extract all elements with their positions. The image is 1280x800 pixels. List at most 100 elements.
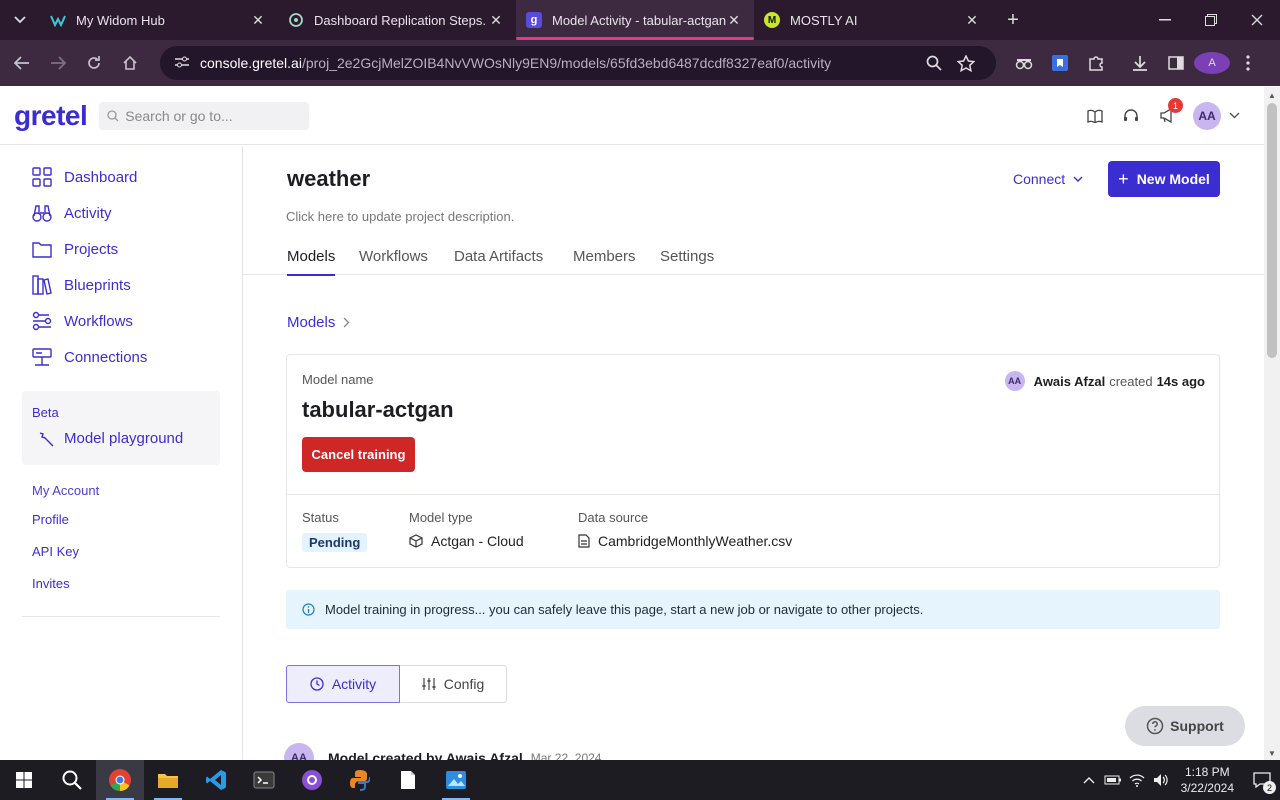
spy-extension-icon[interactable] <box>1006 56 1042 70</box>
close-window-icon[interactable] <box>1234 0 1280 40</box>
browser-tab-active[interactable]: g Model Activity - tabular-actgan ✕ <box>516 0 754 40</box>
tab-config[interactable]: Config <box>400 665 507 703</box>
close-tab-icon[interactable]: ✕ <box>250 12 266 29</box>
chevron-right-icon <box>343 317 350 328</box>
minimize-icon[interactable] <box>1142 0 1188 40</box>
file-icon <box>578 534 590 548</box>
forward-arrow-icon[interactable] <box>40 45 76 81</box>
sidebar-item-workflows[interactable]: Workflows <box>0 303 242 339</box>
connect-dropdown[interactable]: Connect <box>1013 171 1083 187</box>
browser-tab[interactable]: M MOSTLY AI ✕ <box>754 0 992 40</box>
headset-support-icon[interactable] <box>1113 108 1149 123</box>
sidebar-item-model-playground[interactable]: Model playground <box>32 430 220 447</box>
widom-favicon-icon <box>50 12 66 28</box>
account-link-api-key[interactable]: API Key <box>32 544 242 576</box>
notepad-icon[interactable] <box>384 760 432 800</box>
cancel-training-button[interactable]: Cancel training <box>302 437 415 472</box>
tab-search-chevron-icon[interactable] <box>0 0 40 40</box>
user-avatar[interactable]: AA <box>1193 101 1221 130</box>
scroll-thumb[interactable] <box>1267 103 1277 358</box>
battery-icon[interactable] <box>1101 775 1125 785</box>
extensions-area: A <box>1006 52 1266 74</box>
new-model-button[interactable]: + New Model <box>1108 161 1220 197</box>
scroll-up-arrow-icon[interactable]: ▲ <box>1268 91 1276 100</box>
taskbar-clock[interactable]: 1:18 PM 3/22/2024 <box>1181 764 1234 796</box>
tab-config-label: Config <box>443 676 485 692</box>
notification-center-icon[interactable]: 2 <box>1244 772 1280 794</box>
new-tab-plus-icon[interactable]: + <box>998 5 1028 35</box>
sidebar-item-projects[interactable]: Projects <box>0 231 242 267</box>
side-panel-icon[interactable] <box>1158 56 1194 70</box>
restore-icon[interactable] <box>1188 0 1234 40</box>
model-type-value: Actgan - Cloud <box>431 533 524 549</box>
data-source-value[interactable]: CambridgeMonthlyWeather.csv <box>598 533 792 549</box>
gretel-favicon-icon: g <box>526 12 542 28</box>
docs-book-icon[interactable] <box>1077 109 1113 123</box>
tab-activity[interactable]: Activity <box>286 665 400 703</box>
account-link-invites[interactable]: Invites <box>32 576 242 608</box>
tab-members[interactable]: Members <box>573 248 636 265</box>
home-icon[interactable] <box>112 45 148 81</box>
breadcrumb-models[interactable]: Models <box>287 314 335 331</box>
sidebar-item-dashboard[interactable]: Dashboard <box>0 159 242 195</box>
download-icon[interactable] <box>1122 55 1158 71</box>
terminal-icon[interactable] <box>240 760 288 800</box>
sidebar-item-connections[interactable]: Connections <box>0 339 242 375</box>
project-description[interactable]: Click here to update project description… <box>286 209 514 224</box>
scroll-down-arrow-icon[interactable]: ▼ <box>1268 749 1276 758</box>
site-info-icon[interactable] <box>174 55 190 72</box>
shield-extension-icon[interactable] <box>1042 55 1078 71</box>
tab-workflows[interactable]: Workflows <box>359 248 428 265</box>
search-input[interactable]: Search or go to... <box>99 101 310 130</box>
chrome-taskbar-icon[interactable] <box>96 760 144 800</box>
page-scrollbar[interactable]: ▲ ▼ <box>1264 87 1280 760</box>
grid-icon <box>32 167 52 187</box>
volume-icon[interactable] <box>1149 773 1173 787</box>
announcement-megaphone-icon[interactable]: 1 <box>1149 98 1185 123</box>
activity-config-tabs: Activity Config <box>286 665 507 703</box>
file-explorer-icon[interactable] <box>144 760 192 800</box>
tab-settings[interactable]: Settings <box>660 248 714 265</box>
kebab-menu-icon[interactable] <box>1230 55 1266 71</box>
folder-icon <box>32 242 52 258</box>
tab-data-artifacts[interactable]: Data Artifacts <box>454 248 543 265</box>
tab-title: My Widom Hub <box>76 12 165 28</box>
search-icon <box>107 109 119 121</box>
back-arrow-icon[interactable] <box>4 45 40 81</box>
profile-avatar[interactable]: A <box>1194 52 1230 74</box>
url-bar[interactable]: console.gretel.ai/proj_2e2GcjMelZOIB4NvV… <box>160 46 996 80</box>
account-link-profile[interactable]: Profile <box>32 512 242 544</box>
browser-tab[interactable]: Dashboard Replication Steps. ✕ <box>278 0 516 40</box>
puzzle-extensions-icon[interactable] <box>1078 55 1114 71</box>
chevron-down-icon[interactable] <box>1229 112 1240 119</box>
bookmark-star-icon[interactable] <box>950 54 982 72</box>
support-button[interactable]: Support <box>1125 706 1245 746</box>
model-creator: AA Awais Afzal created 14s ago <box>1004 371 1205 391</box>
vscode-icon[interactable] <box>192 760 240 800</box>
close-tab-icon[interactable]: ✕ <box>488 12 504 29</box>
training-info-banner: Model training in progress... you can sa… <box>286 590 1220 629</box>
clock-date: 3/22/2024 <box>1180 781 1234 795</box>
browser-tab[interactable]: My Widom Hub ✕ <box>40 0 278 40</box>
wifi-icon[interactable] <box>1125 773 1149 787</box>
taskbar-search-icon[interactable] <box>48 760 96 800</box>
zoom-search-icon[interactable] <box>918 55 950 71</box>
windows-start-icon[interactable] <box>0 760 48 800</box>
photos-icon[interactable] <box>432 760 480 800</box>
breadcrumb: Models <box>287 314 350 331</box>
sidebar-item-activity[interactable]: Activity <box>0 195 242 231</box>
gretel-logo[interactable]: gretel <box>14 100 88 132</box>
tray-overflow-chevron-icon[interactable] <box>1077 776 1101 784</box>
app-header: gretel Search or go to... 1 AA <box>0 87 1264 145</box>
python-app-icon[interactable] <box>336 760 384 800</box>
github-desktop-icon[interactable] <box>288 760 336 800</box>
creator-avatar: AA <box>1004 371 1025 391</box>
close-tab-icon[interactable]: ✕ <box>726 12 742 29</box>
reload-icon[interactable] <box>76 45 112 81</box>
beta-label: Beta <box>32 405 59 420</box>
tab-title: Model Activity - tabular-actgan <box>552 12 726 28</box>
tab-models[interactable]: Models <box>287 248 336 276</box>
project-title[interactable]: weather <box>287 166 370 192</box>
close-tab-icon[interactable]: ✕ <box>964 12 980 29</box>
sidebar-item-blueprints[interactable]: Blueprints <box>0 267 242 303</box>
